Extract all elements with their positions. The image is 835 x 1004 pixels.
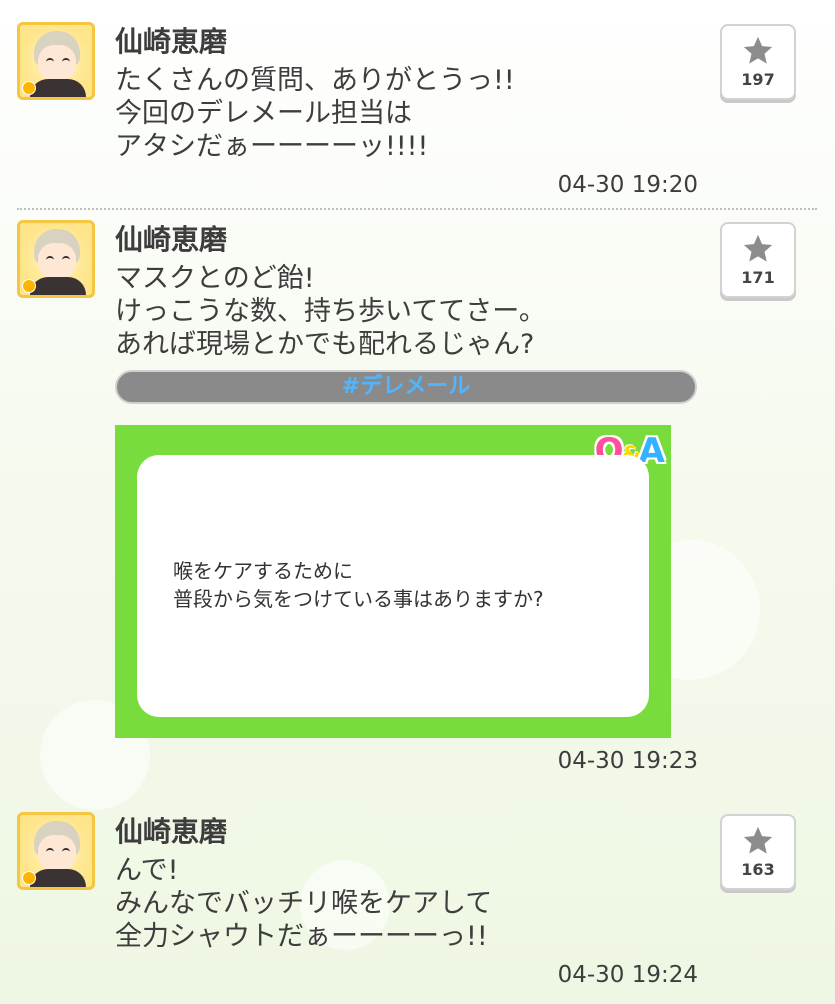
star-count: 197 xyxy=(741,70,775,89)
avatar-eye xyxy=(62,256,70,262)
star-icon xyxy=(743,234,773,262)
avatar-face xyxy=(38,243,76,279)
timestamp: 04-30 19:20 xyxy=(557,172,698,198)
avatar-body xyxy=(30,277,86,295)
avatar-eye xyxy=(46,848,54,854)
avatar-eye xyxy=(62,58,70,64)
avatar-eye xyxy=(46,256,54,262)
star-icon xyxy=(743,36,773,64)
avatar-eye xyxy=(46,58,54,64)
avatar-face xyxy=(38,45,76,81)
author-name: 仙崎恵磨 xyxy=(115,223,228,256)
qa-question-text: 喉をケアするために 普段から気をつけている事はありますか? xyxy=(173,559,544,611)
author-name: 仙崎恵磨 xyxy=(115,815,228,848)
timestamp: 04-30 19:24 xyxy=(557,962,698,988)
timestamp: 04-30 19:23 xyxy=(557,748,698,774)
hashtag-link[interactable]: #デレメール xyxy=(115,370,697,404)
avatar[interactable] xyxy=(17,22,95,100)
star-button[interactable]: 163 xyxy=(720,814,796,890)
avatar-body xyxy=(30,869,86,887)
avatar-face xyxy=(38,835,76,871)
avatar-badge-icon xyxy=(22,279,36,293)
star-count: 163 xyxy=(741,860,775,879)
message-text: たくさんの質問、ありがとうっ!! 今回のデレメール担当は アタシだぁーーーーッ!… xyxy=(115,65,515,162)
avatar[interactable] xyxy=(17,220,95,298)
avatar-badge-icon xyxy=(22,871,36,885)
post-divider xyxy=(17,208,817,210)
qa-card: 喉をケアするために 普段から気をつけている事はありますか? xyxy=(137,455,649,717)
avatar-body xyxy=(30,79,86,97)
star-button[interactable]: 197 xyxy=(720,24,796,100)
message-text: マスクとのど飴! けっこうな数、持ち歩いててさー。 あれば現場とかでも配れるじゃ… xyxy=(115,263,546,360)
avatar[interactable] xyxy=(17,812,95,890)
avatar-eye xyxy=(62,848,70,854)
star-button[interactable]: 171 xyxy=(720,222,796,298)
message-text: んで! みんなでバッチリ喉をケアして 全力シャウトだぁーーーーっ!! xyxy=(115,855,493,952)
avatar-badge-icon xyxy=(22,81,36,95)
star-count: 171 xyxy=(741,268,775,287)
qa-image[interactable]: Q&A 喉をケアするために 普段から気をつけている事はありますか? xyxy=(115,425,671,738)
star-icon xyxy=(743,826,773,854)
author-name: 仙崎恵磨 xyxy=(115,25,228,58)
